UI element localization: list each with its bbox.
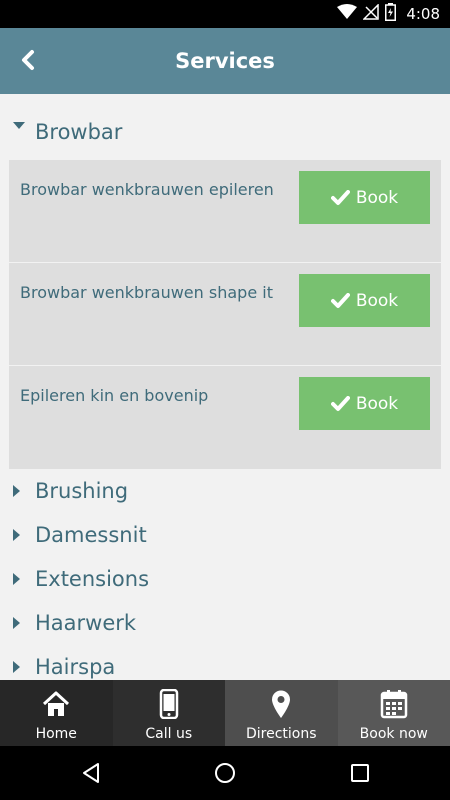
wifi-icon (337, 4, 358, 24)
service-name: Browbar wenkbrauwen epileren (20, 180, 274, 199)
category-label: Brushing (35, 479, 129, 503)
status-time: 4:08 (406, 5, 440, 23)
category-label: Extensions (35, 567, 150, 591)
nav-label: Directions (245, 726, 317, 742)
nav-directions[interactable]: Directions (225, 680, 338, 746)
service-item: Browbar wenkbrauwen epileren Book (9, 160, 441, 263)
book-button[interactable]: Book (299, 171, 430, 224)
category-haarwerk[interactable]: Haarwerk (0, 601, 450, 645)
book-button-label: Book (355, 187, 399, 208)
service-item: Epileren kin en bovenip Book (9, 366, 441, 469)
category-extensions[interactable]: Extensions (0, 557, 450, 601)
nav-label: Book now (359, 726, 428, 742)
category-label: Browbar (35, 120, 123, 144)
book-button-label: Book (355, 393, 399, 414)
home-circle-icon[interactable] (212, 760, 238, 786)
calendar-icon (380, 688, 408, 720)
recents-square-icon[interactable] (347, 760, 373, 786)
category-hairspa[interactable]: Hairspa (0, 645, 450, 680)
check-icon (330, 395, 350, 411)
no-signal-icon (362, 3, 380, 24)
battery-icon (385, 3, 397, 25)
nav-label: Home (35, 726, 77, 742)
status-bar: 4:08 (0, 0, 450, 28)
bottom-nav: Home Call us Directions Book now (0, 680, 450, 746)
category-brushing[interactable]: Brushing (0, 469, 450, 513)
nav-home[interactable]: Home (0, 680, 113, 746)
caret-right-icon (13, 645, 21, 680)
category-browbar[interactable]: Browbar (0, 94, 450, 160)
system-nav-bar (0, 746, 450, 800)
check-icon (330, 292, 350, 308)
service-list: Browbar wenkbrauwen epileren Book Browba… (9, 160, 441, 469)
nav-book-now[interactable]: Book now (337, 680, 450, 746)
category-damessnit[interactable]: Damessnit (0, 513, 450, 557)
back-button[interactable] (14, 46, 42, 74)
book-button-label: Book (355, 290, 399, 311)
check-icon (330, 189, 350, 205)
category-label: Hairspa (35, 655, 116, 679)
services-content: Browbar Browbar wenkbrauwen epileren Boo… (0, 94, 450, 680)
caret-right-icon (13, 469, 21, 513)
caret-down-icon (13, 104, 25, 148)
nav-call-us[interactable]: Call us (112, 680, 225, 746)
caret-right-icon (13, 601, 21, 645)
nav-label: Call us (145, 726, 193, 742)
page-title: Services (175, 49, 275, 73)
app-bar: Services (0, 28, 450, 94)
phone-icon (159, 688, 179, 720)
caret-right-icon (13, 557, 21, 601)
book-button[interactable]: Book (299, 377, 430, 430)
service-name: Epileren kin en bovenip (20, 386, 209, 405)
service-item: Browbar wenkbrauwen shape it Book (9, 263, 441, 366)
service-name: Browbar wenkbrauwen shape it (20, 283, 273, 302)
home-icon (41, 688, 71, 720)
category-label: Haarwerk (35, 611, 137, 635)
map-pin-icon (270, 688, 292, 720)
caret-right-icon (13, 513, 21, 557)
back-triangle-icon[interactable] (78, 760, 104, 786)
status-icons: 4:08 (337, 3, 440, 25)
book-button[interactable]: Book (299, 274, 430, 327)
category-label: Damessnit (35, 523, 147, 547)
chevron-left-icon (22, 50, 34, 70)
